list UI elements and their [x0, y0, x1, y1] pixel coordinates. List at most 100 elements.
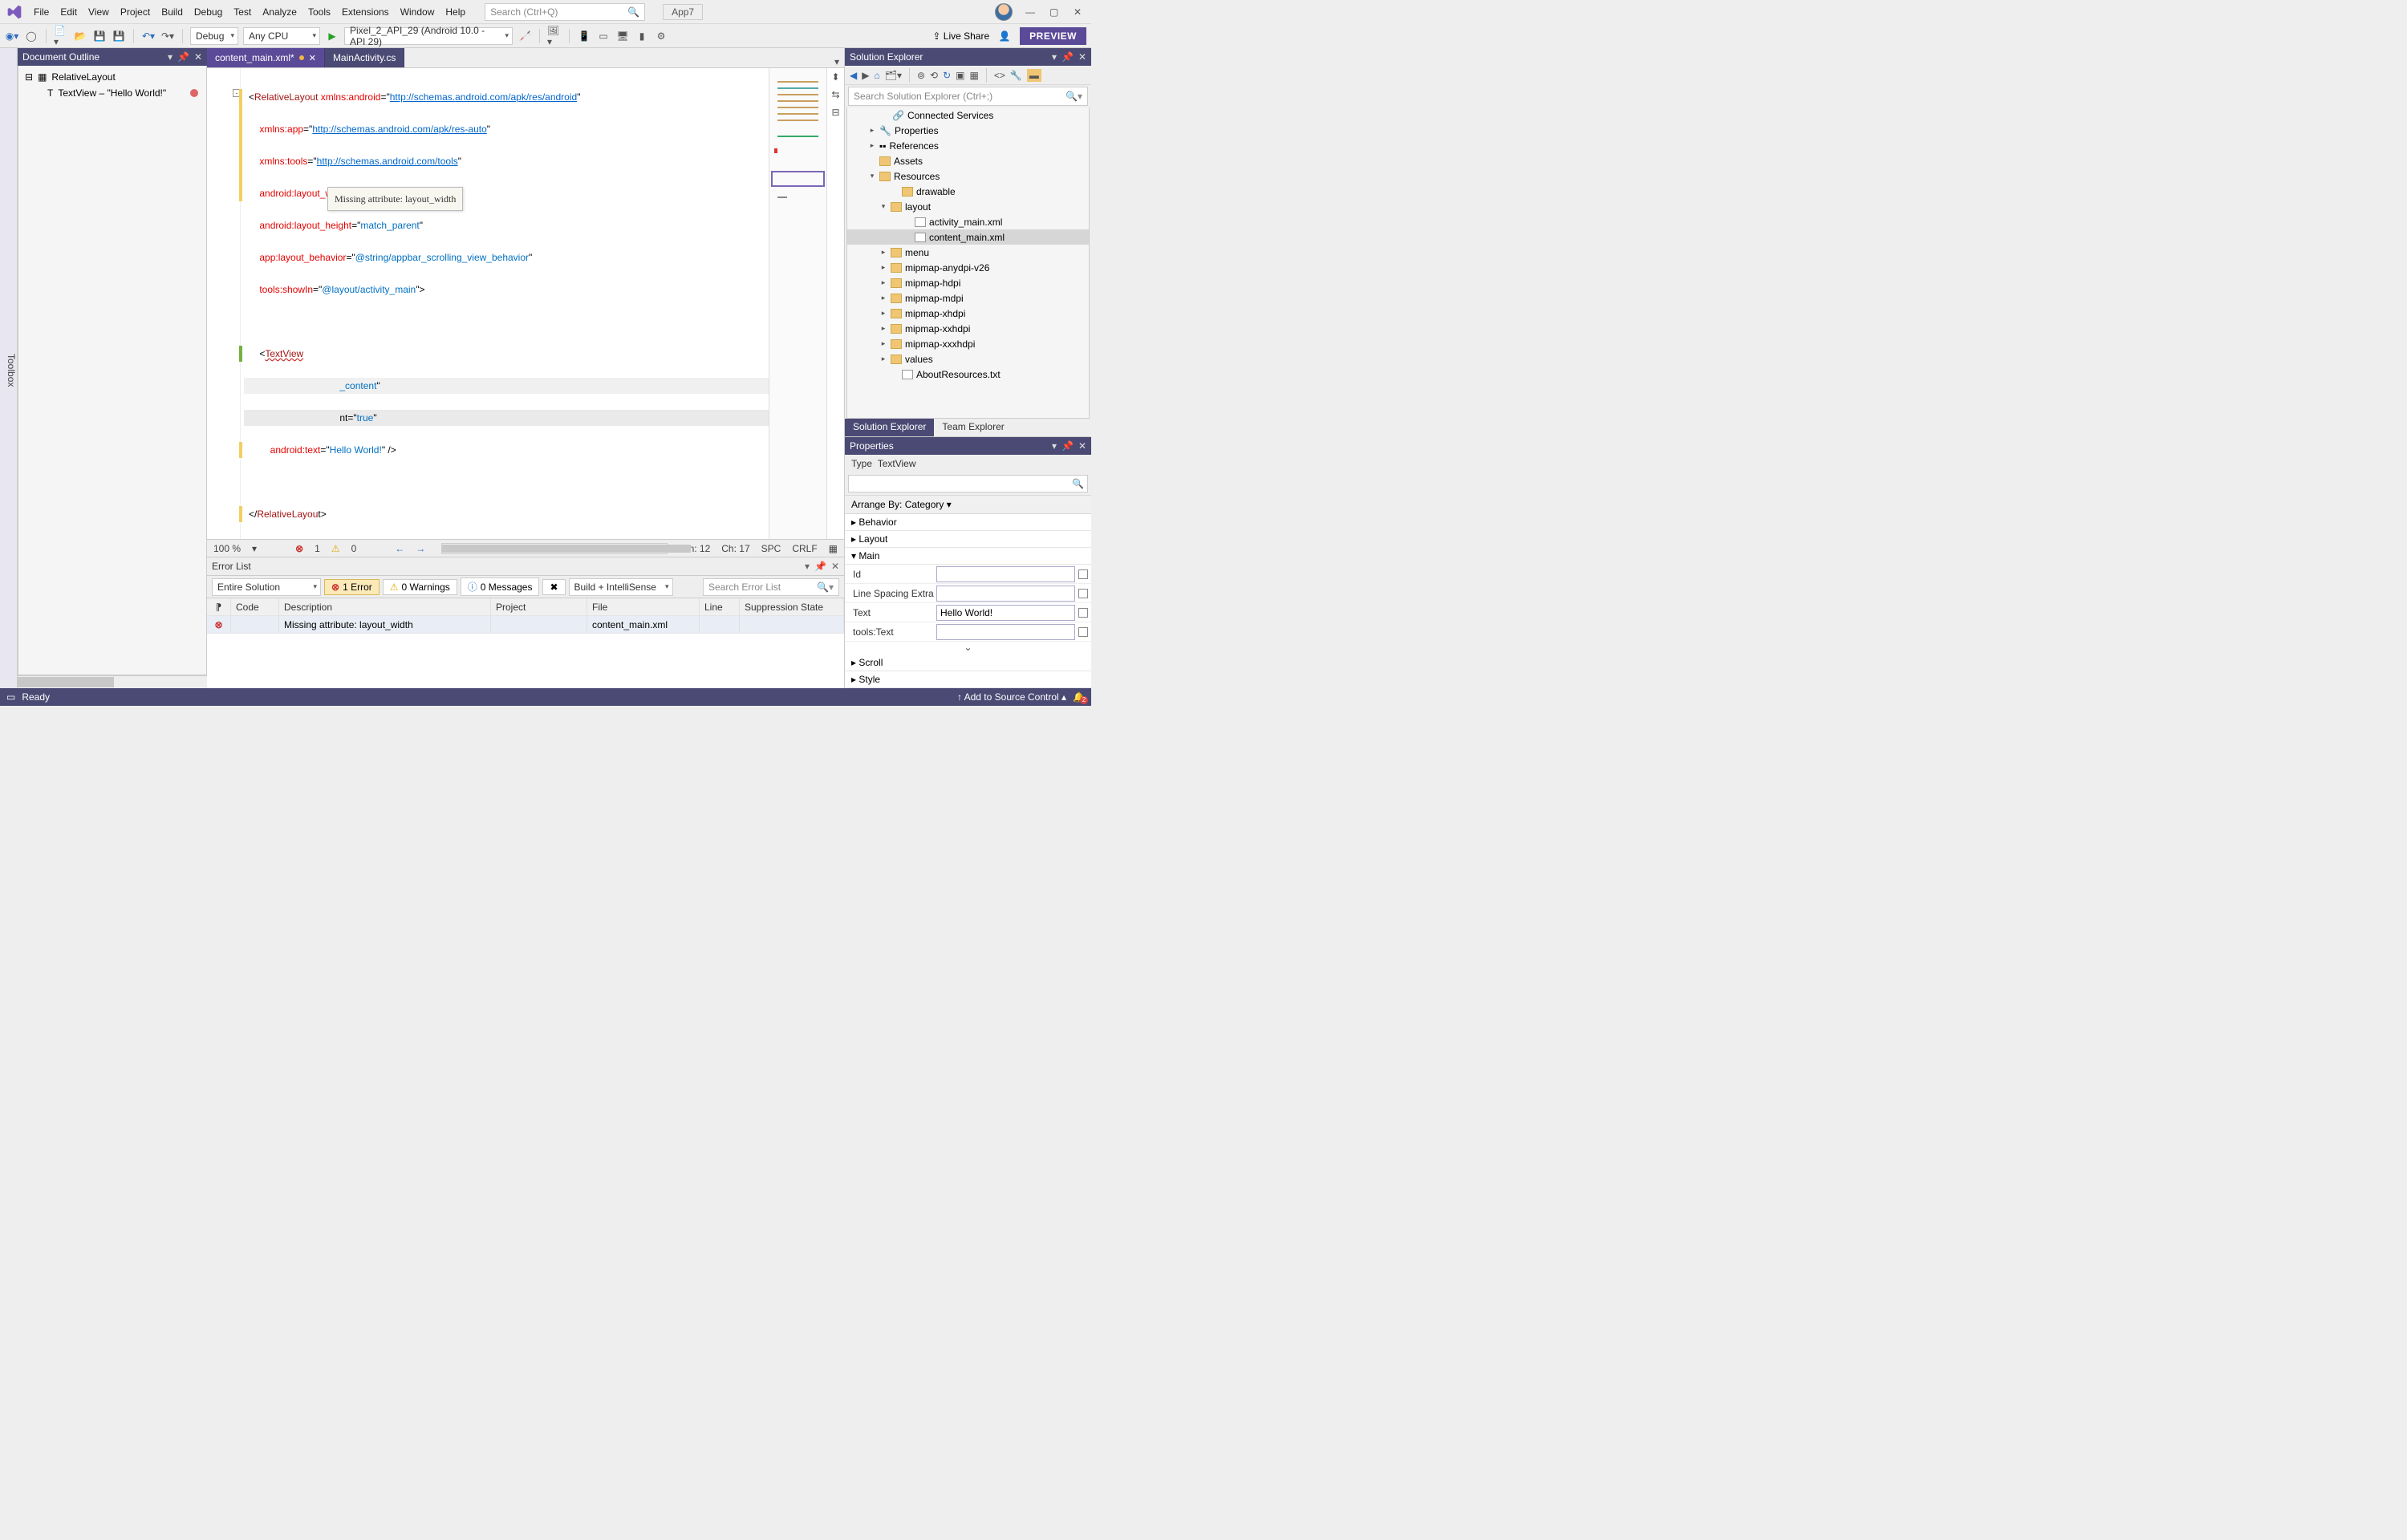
- cat-behavior[interactable]: ▸ Behavior: [845, 514, 1091, 531]
- zoom-level[interactable]: 100 %: [213, 543, 241, 554]
- device-small-icon[interactable]: ▮: [635, 29, 649, 43]
- feedback-icon[interactable]: 👤: [997, 29, 1012, 43]
- cat-layout[interactable]: ▸ Layout: [845, 531, 1091, 548]
- tab-team-explorer[interactable]: Team Explorer: [934, 419, 1012, 436]
- prop-marker-icon[interactable]: [1078, 589, 1088, 598]
- tree-node[interactable]: ▸mipmap-xxhdpi: [847, 321, 1089, 336]
- overflow-icon[interactable]: ▦: [829, 543, 838, 554]
- tree-node[interactable]: ▾layout: [847, 199, 1089, 214]
- properties-icon[interactable]: 🔧: [1010, 70, 1022, 81]
- scope-dropdown[interactable]: Entire Solution: [212, 578, 321, 596]
- close-icon[interactable]: ✕: [1078, 440, 1086, 452]
- menu-debug[interactable]: Debug: [194, 6, 222, 18]
- redo-icon[interactable]: ↷▾: [160, 29, 175, 43]
- collapse-icon[interactable]: ⊟: [831, 107, 839, 118]
- tree-node[interactable]: drawable: [847, 184, 1089, 199]
- dropdown-icon[interactable]: ▾: [1052, 51, 1057, 63]
- expander-icon[interactable]: ▸: [879, 339, 887, 348]
- solution-search-input[interactable]: Search Solution Explorer (Ctrl+;) 🔍▾: [848, 87, 1088, 106]
- col-project[interactable]: Project: [491, 598, 587, 615]
- sync-off-icon[interactable]: ⟲: [930, 70, 938, 81]
- solution-name[interactable]: App7: [663, 4, 703, 20]
- collapse-all-icon[interactable]: ▣: [956, 70, 964, 81]
- build-filter-dropdown[interactable]: Build + IntelliSense: [569, 578, 673, 596]
- fwd-icon[interactable]: ▶: [862, 70, 869, 81]
- tree-node[interactable]: ▸values: [847, 351, 1089, 367]
- window-close[interactable]: ✕: [1074, 6, 1085, 18]
- save-all-icon[interactable]: 💾: [112, 29, 126, 43]
- tree-node[interactable]: Assets: [847, 153, 1089, 168]
- warnings-filter[interactable]: ⚠0 Warnings: [383, 579, 457, 595]
- col-suppression[interactable]: Suppression State: [740, 598, 844, 615]
- tab-content-main[interactable]: content_main.xml* ✕: [207, 48, 325, 67]
- new-item-icon[interactable]: 📄▾: [54, 29, 68, 43]
- expander-icon[interactable]: ▸: [879, 324, 887, 333]
- outline-root[interactable]: ⊟ ▦ RelativeLayout: [18, 69, 206, 85]
- device-phone-icon[interactable]: 📱: [577, 29, 591, 43]
- live-share-button[interactable]: ⇪ Live Share: [932, 30, 989, 42]
- tree-node[interactable]: ▸mipmap-xxxhdpi: [847, 336, 1089, 351]
- menu-window[interactable]: Window: [400, 6, 435, 18]
- expander-icon[interactable]: ▸: [879, 248, 887, 257]
- device-gear-icon[interactable]: ⚙: [654, 29, 668, 43]
- device-tablet-icon[interactable]: ▭: [596, 29, 611, 43]
- tree-node[interactable]: ▸▪▪References: [847, 138, 1089, 153]
- toolbox-tab[interactable]: Toolbox: [0, 48, 18, 688]
- error-search-input[interactable]: Search Error List 🔍▾: [703, 578, 839, 596]
- dropdown-icon[interactable]: ▾: [805, 561, 810, 572]
- cat-main[interactable]: ▾ Main: [845, 548, 1091, 565]
- expander-icon[interactable]: ▸: [879, 309, 887, 318]
- menu-analyze[interactable]: Analyze: [262, 6, 297, 18]
- menu-extensions[interactable]: Extensions: [342, 6, 389, 18]
- dropdown-icon[interactable]: ▾: [168, 51, 173, 63]
- notifications-icon[interactable]: 🔔: [1073, 691, 1085, 703]
- prop-marker-icon[interactable]: [1078, 569, 1088, 579]
- prop-text-input[interactable]: [936, 605, 1075, 621]
- device-image-icon[interactable]: 🖼▾: [547, 29, 562, 43]
- attach-icon[interactable]: 🦯: [518, 29, 532, 43]
- start-debug-icon[interactable]: ▶: [325, 29, 339, 43]
- col-icon[interactable]: ⁋: [207, 598, 231, 615]
- tree-node[interactable]: ▸mipmap-anydpi-v26: [847, 260, 1089, 275]
- target-dropdown[interactable]: Pixel_2_API_29 (Android 10.0 - API 29): [344, 27, 513, 45]
- preview-icon[interactable]: ▬: [1027, 69, 1041, 82]
- prop-toolstext-input[interactable]: [936, 624, 1075, 640]
- tab-mainactivity[interactable]: MainActivity.cs: [325, 48, 404, 67]
- code-editor[interactable]: -<RelativeLayout xmlns:android="http://s…: [241, 68, 769, 539]
- nav-back-icon[interactable]: ◉▾: [5, 29, 19, 43]
- pin-icon[interactable]: 📌: [1061, 51, 1074, 63]
- tree-node[interactable]: ▾Resources: [847, 168, 1089, 184]
- sync-icon[interactable]: ⊚: [917, 70, 925, 81]
- tree-node[interactable]: ▸mipmap-mdpi: [847, 290, 1089, 306]
- show-all-icon[interactable]: ▦: [970, 70, 979, 81]
- outline-scrollbar[interactable]: [18, 675, 207, 688]
- menu-tools[interactable]: Tools: [308, 6, 331, 18]
- menu-test[interactable]: Test: [233, 6, 251, 18]
- open-icon[interactable]: 📂: [73, 29, 87, 43]
- error-row[interactable]: ⊗ Missing attribute: layout_width conten…: [207, 616, 844, 634]
- properties-search[interactable]: 🔍: [848, 475, 1088, 492]
- pin-icon[interactable]: 📌: [177, 51, 189, 63]
- split-swap-icon[interactable]: ⇆: [831, 89, 839, 100]
- menu-project[interactable]: Project: [120, 6, 150, 18]
- device-desktop-icon[interactable]: 🖥: [615, 29, 630, 43]
- global-search-input[interactable]: Search (Ctrl+Q) 🔍: [485, 3, 645, 21]
- close-icon[interactable]: ✕: [1078, 51, 1086, 63]
- prop-linespacing-input[interactable]: [936, 586, 1075, 602]
- split-horizontal-icon[interactable]: ⬍: [831, 71, 839, 83]
- expander-icon[interactable]: ▸: [879, 278, 887, 287]
- home-icon[interactable]: ⌂: [874, 70, 879, 81]
- menu-edit[interactable]: Edit: [60, 6, 77, 18]
- pin-icon[interactable]: 📌: [1061, 440, 1074, 452]
- expander-icon[interactable]: ▾: [868, 172, 876, 180]
- errors-filter[interactable]: ⊗1 Error: [324, 579, 380, 595]
- config-dropdown[interactable]: Debug: [190, 27, 238, 45]
- tree-node[interactable]: ▸🔧Properties: [847, 123, 1089, 138]
- close-icon[interactable]: ✕: [831, 561, 839, 572]
- tree-node[interactable]: AboutResources.txt: [847, 367, 1089, 382]
- dropdown-icon[interactable]: ▾: [1052, 440, 1057, 452]
- prop-id-input[interactable]: [936, 566, 1075, 582]
- menu-view[interactable]: View: [88, 6, 109, 18]
- expander-icon[interactable]: ▸: [879, 263, 887, 272]
- prop-marker-icon[interactable]: [1078, 627, 1088, 637]
